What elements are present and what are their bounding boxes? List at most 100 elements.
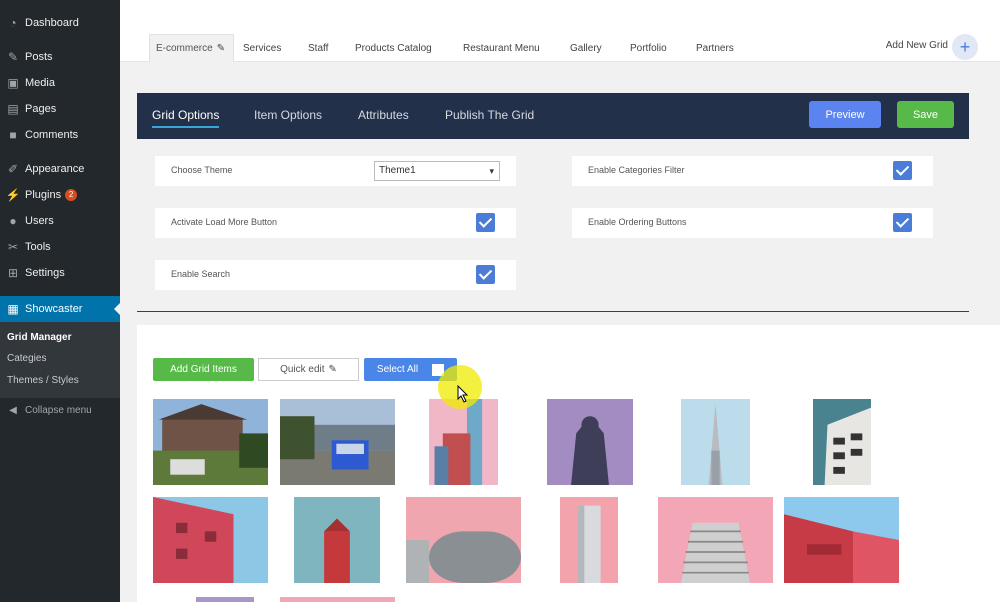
choose-theme-row: Choose Theme Theme1 — [155, 156, 516, 186]
categories-filter-label: Enable Categories Filter — [588, 165, 685, 175]
collapse-menu-button[interactable]: ◀ Collapse menu — [0, 398, 120, 422]
red-wall-thumb[interactable] — [153, 497, 268, 583]
sidebar-item-users[interactable]: ● Users — [0, 208, 120, 234]
user-icon: ● — [9, 214, 17, 228]
tab-gallery[interactable]: Gallery — [570, 34, 602, 62]
grid-tabs-bar: E-commerce ✎ Services Staff Products Cat… — [120, 0, 1000, 62]
sidebar-item-appearance[interactable]: ✐ Appearance — [0, 156, 120, 182]
sidebar-item-label: Posts — [25, 51, 53, 63]
sidebar-item-label: Dashboard — [25, 17, 79, 29]
save-button[interactable]: Save — [897, 101, 954, 128]
add-new-grid-button[interactable]: + — [952, 34, 978, 60]
pencil-icon: ✎ — [328, 364, 337, 375]
sidebar-item-comments[interactable]: ■ Comments — [0, 122, 120, 148]
car-photo-thumb[interactable] — [280, 399, 395, 485]
sidebar-item-posts[interactable]: ✎ Posts — [0, 44, 120, 70]
main-content: E-commerce ✎ Services Staff Products Cat… — [120, 0, 1000, 602]
ordering-buttons-label: Enable Ordering Buttons — [588, 217, 687, 227]
choose-theme-label: Choose Theme — [171, 165, 233, 175]
comment-icon: ■ — [9, 128, 17, 142]
options-tab-bar: Grid Options Item Options Attributes Pub… — [137, 93, 969, 139]
sidebar-item-label: Showcaster — [25, 303, 83, 315]
sidebar-item-label: Users — [25, 215, 54, 227]
load-more-label: Activate Load More Button — [171, 217, 278, 227]
submenu-grid-manager[interactable]: Grid Manager — [7, 332, 71, 343]
enable-search-checkbox[interactable] — [476, 265, 495, 284]
theme-select[interactable]: Theme1 — [374, 161, 500, 181]
tab-label: E-commerce — [156, 43, 213, 54]
submenu-categories[interactable]: Categies — [7, 353, 46, 364]
pillar-thumb[interactable] — [560, 497, 618, 583]
quick-edit-button[interactable]: Quick edit ✎ — [258, 358, 359, 381]
tab-restaurant-menu[interactable]: Restaurant Menu — [463, 34, 540, 62]
load-more-row: Activate Load More Button — [155, 208, 516, 238]
tab-services[interactable]: Services — [243, 34, 281, 62]
showcaster-submenu: Grid Manager Categies Themes / Styles — [0, 322, 120, 398]
section-divider — [137, 311, 969, 312]
grid-icon: ▦ — [7, 302, 19, 316]
tab-e-commerce[interactable]: E-commerce ✎ — [149, 34, 234, 62]
tab-partners[interactable]: Partners — [696, 34, 734, 62]
sidebar-item-label: Settings — [25, 267, 65, 279]
brush-icon: ✐ — [7, 162, 19, 176]
pink-thumb[interactable] — [280, 593, 395, 602]
settings-icon: ⊞ — [7, 266, 19, 280]
building-pink-thumb[interactable] — [429, 399, 498, 485]
select-all-label: Select All — [376, 364, 419, 375]
collapse-icon: ◀ — [9, 404, 17, 416]
statue-thumb[interactable] — [547, 399, 633, 485]
sidebar-item-label: Comments — [25, 129, 79, 141]
ordering-buttons-row: Enable Ordering Buttons — [572, 208, 933, 238]
tab-products-catalog[interactable]: Products Catalog — [355, 34, 432, 62]
enable-search-row: Enable Search — [155, 260, 516, 290]
stepped-building-thumb[interactable] — [658, 497, 773, 583]
theme-select-value: Theme1 — [379, 165, 416, 176]
purple-thumb[interactable] — [196, 593, 254, 602]
sidebar-item-label: Plugins — [25, 189, 62, 201]
add-new-grid-label[interactable]: Add New Grid — [886, 40, 948, 51]
enable-search-label: Enable Search — [171, 269, 231, 279]
admin-sidebar: ◔ Dashboard ✎ Posts ▣ Media ▤ Pages ■ Co… — [0, 0, 120, 602]
ordering-buttons-checkbox[interactable] — [893, 213, 912, 232]
wrench-icon: ✂ — [7, 240, 19, 254]
add-grid-items-button[interactable]: Add Grid Items — [153, 358, 254, 381]
pin-icon: ✎ — [7, 50, 19, 64]
mouse-cursor-icon — [457, 385, 469, 403]
tab-grid-options[interactable]: Grid Options — [152, 108, 220, 128]
sidebar-item-label: Tools — [25, 241, 51, 253]
red-tower-thumb[interactable] — [294, 497, 380, 583]
sidebar-item-label: Pages — [25, 103, 57, 115]
sidebar-item-label: Media — [25, 77, 55, 89]
quick-edit-label: Quick edit — [280, 364, 325, 375]
tab-portfolio[interactable]: Portfolio — [630, 34, 667, 62]
sidebar-item-showcaster[interactable]: ▦ Showcaster — [0, 296, 120, 322]
sidebar-item-pages[interactable]: ▤ Pages — [0, 96, 120, 122]
sidebar-item-label: Appearance — [25, 163, 85, 175]
update-count-badge: 2 — [65, 189, 78, 201]
red-stairs-thumb[interactable] — [784, 497, 899, 583]
tab-attributes[interactable]: Attributes — [358, 108, 409, 122]
sidebar-item-tools[interactable]: ✂ Tools — [0, 234, 120, 260]
media-icon: ▣ — [7, 76, 19, 90]
tab-staff[interactable]: Staff — [308, 34, 328, 62]
submenu-themes-styles[interactable]: Themes / Styles — [7, 375, 79, 386]
dashboard-icon: ◔ — [9, 16, 17, 30]
categories-filter-row: Enable Categories Filter — [572, 156, 933, 186]
plugin-icon: ⚡ — [5, 188, 21, 202]
preview-button[interactable]: Preview — [809, 101, 881, 128]
categories-filter-checkbox[interactable] — [893, 161, 912, 180]
tab-item-options[interactable]: Item Options — [254, 108, 322, 122]
sidebar-item-plugins[interactable]: ⚡ Plugins 2 — [0, 182, 120, 208]
pencil-icon[interactable]: ✎ — [217, 43, 225, 54]
tower-thumb[interactable] — [681, 399, 750, 485]
sidebar-item-settings[interactable]: ⊞ Settings — [0, 260, 120, 286]
sidebar-item-media[interactable]: ▣ Media — [0, 70, 120, 96]
collapse-menu-label: Collapse menu — [25, 404, 92, 416]
house-photo-thumb[interactable] — [153, 399, 268, 485]
tab-publish-the-grid[interactable]: Publish The Grid — [445, 108, 534, 122]
building-balcony-thumb[interactable] — [813, 399, 871, 485]
sidebar-item-dashboard[interactable]: ◔ Dashboard — [0, 10, 120, 36]
grid-items-panel: Add Grid Items Quick edit ✎ Select All — [137, 325, 1000, 602]
load-more-checkbox[interactable] — [476, 213, 495, 232]
round-building-thumb[interactable] — [406, 497, 521, 583]
